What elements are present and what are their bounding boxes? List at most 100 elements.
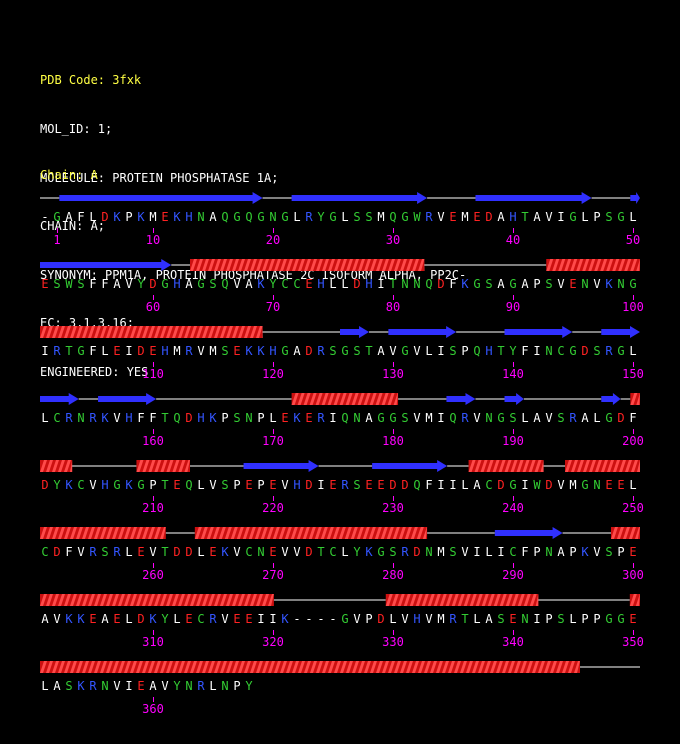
residue-numbering: 260 270 280 290 300 <box>40 563 644 593</box>
residue: T <box>521 210 529 224</box>
residue: D <box>353 277 361 291</box>
residue: G <box>629 277 637 291</box>
strand-arrow <box>372 460 448 472</box>
residue: E <box>161 210 169 224</box>
residue: A <box>473 478 481 492</box>
residue: D <box>437 277 445 291</box>
residue: Q <box>473 344 481 358</box>
residue: S <box>497 612 505 626</box>
residue: K <box>365 545 373 559</box>
residue: M <box>437 612 445 626</box>
residue-line: CDFVRSRLEVTDDLEKVCNEVVDTCLYKGSRDNMSVILIC… <box>40 544 640 560</box>
residue-numbering: 110 120 130 140 150 <box>40 362 644 392</box>
residue: L <box>125 545 133 559</box>
residue-number: 70 <box>265 300 281 314</box>
residue: L <box>461 478 469 492</box>
residue: K <box>257 344 265 358</box>
residue: E <box>329 478 337 492</box>
residue-numbering: 360 <box>40 697 640 727</box>
residue: D <box>401 478 409 492</box>
helix-coil <box>291 393 399 405</box>
residue: E <box>281 411 289 425</box>
residue: R <box>401 545 409 559</box>
residue: A <box>293 344 301 358</box>
residue: S <box>485 277 493 291</box>
residue-number: 30 <box>385 233 401 247</box>
residue: M <box>461 210 469 224</box>
residue-number: 10 <box>145 233 161 247</box>
residue: V <box>233 545 241 559</box>
residue: P <box>149 478 157 492</box>
residue: S <box>209 277 217 291</box>
residue: G <box>389 411 397 425</box>
residue: T <box>161 478 169 492</box>
residue: N <box>401 277 409 291</box>
residue: P <box>461 344 469 358</box>
residue: K <box>257 277 265 291</box>
residue-number: 80 <box>385 300 401 314</box>
strand-arrow <box>340 326 370 338</box>
residue: A <box>113 277 121 291</box>
residue: E <box>233 612 241 626</box>
sequence-row: DYKCVHGKGPTEQLVSPEPEVHDIERSEEDDQFIILACDG… <box>40 460 644 520</box>
strand-arrow <box>504 326 573 338</box>
residue: R <box>341 478 349 492</box>
residue: R <box>185 344 193 358</box>
helix-coil <box>546 259 640 271</box>
residue: N <box>617 277 625 291</box>
residue-number: 180 <box>382 434 404 448</box>
secondary-structure-track <box>40 527 640 539</box>
strand-arrow <box>388 326 457 338</box>
residue: K <box>113 210 121 224</box>
residue: V <box>557 478 565 492</box>
residue: R <box>305 210 313 224</box>
residue: V <box>281 478 289 492</box>
residue: E <box>569 277 577 291</box>
residue-line: ESWSFFAVYDGHAGSQVAKYCCEHLLDHITNNQDFKGSAG… <box>40 276 640 292</box>
residue: G <box>617 210 625 224</box>
residue-number: 40 <box>505 233 521 247</box>
residue: G <box>53 210 61 224</box>
residue: - <box>305 612 313 626</box>
residue-line: -GAFLDKPKMEKHNAQGQGNGLRYGLSSMQGWRVEMEDAH… <box>40 209 640 225</box>
residue: Y <box>353 545 361 559</box>
residue: R <box>449 612 457 626</box>
residue: S <box>329 344 337 358</box>
residue: R <box>89 545 97 559</box>
residue: R <box>197 679 205 693</box>
residue: E <box>377 478 385 492</box>
residue: T <box>497 344 505 358</box>
residue: D <box>305 545 313 559</box>
residue-number: 200 <box>622 434 644 448</box>
residue-number: 340 <box>502 635 524 649</box>
residue: P <box>617 545 625 559</box>
residue: E <box>89 612 97 626</box>
residue: K <box>605 277 613 291</box>
residue-number: 210 <box>142 501 164 515</box>
residue-number: 350 <box>622 635 644 649</box>
strand-arrow <box>446 393 476 405</box>
residue-number: 280 <box>382 568 404 582</box>
residue: D <box>581 344 589 358</box>
residue: A <box>497 277 505 291</box>
residue: A <box>581 411 589 425</box>
residue: L <box>293 210 301 224</box>
residue: F <box>77 210 85 224</box>
residue: L <box>41 411 49 425</box>
residue: E <box>269 545 277 559</box>
residue: N <box>593 478 601 492</box>
residue: K <box>65 612 73 626</box>
residue: A <box>485 612 493 626</box>
strand-arrow <box>630 192 640 204</box>
residue: F <box>137 411 145 425</box>
residue-number: 270 <box>262 568 284 582</box>
residue: - <box>329 612 337 626</box>
residue: D <box>497 478 505 492</box>
residue: F <box>101 277 109 291</box>
residue: A <box>521 277 529 291</box>
residue: P <box>221 411 229 425</box>
residue: G <box>341 612 349 626</box>
residue: I <box>317 478 325 492</box>
residue: V <box>389 344 397 358</box>
residue: N <box>521 612 529 626</box>
